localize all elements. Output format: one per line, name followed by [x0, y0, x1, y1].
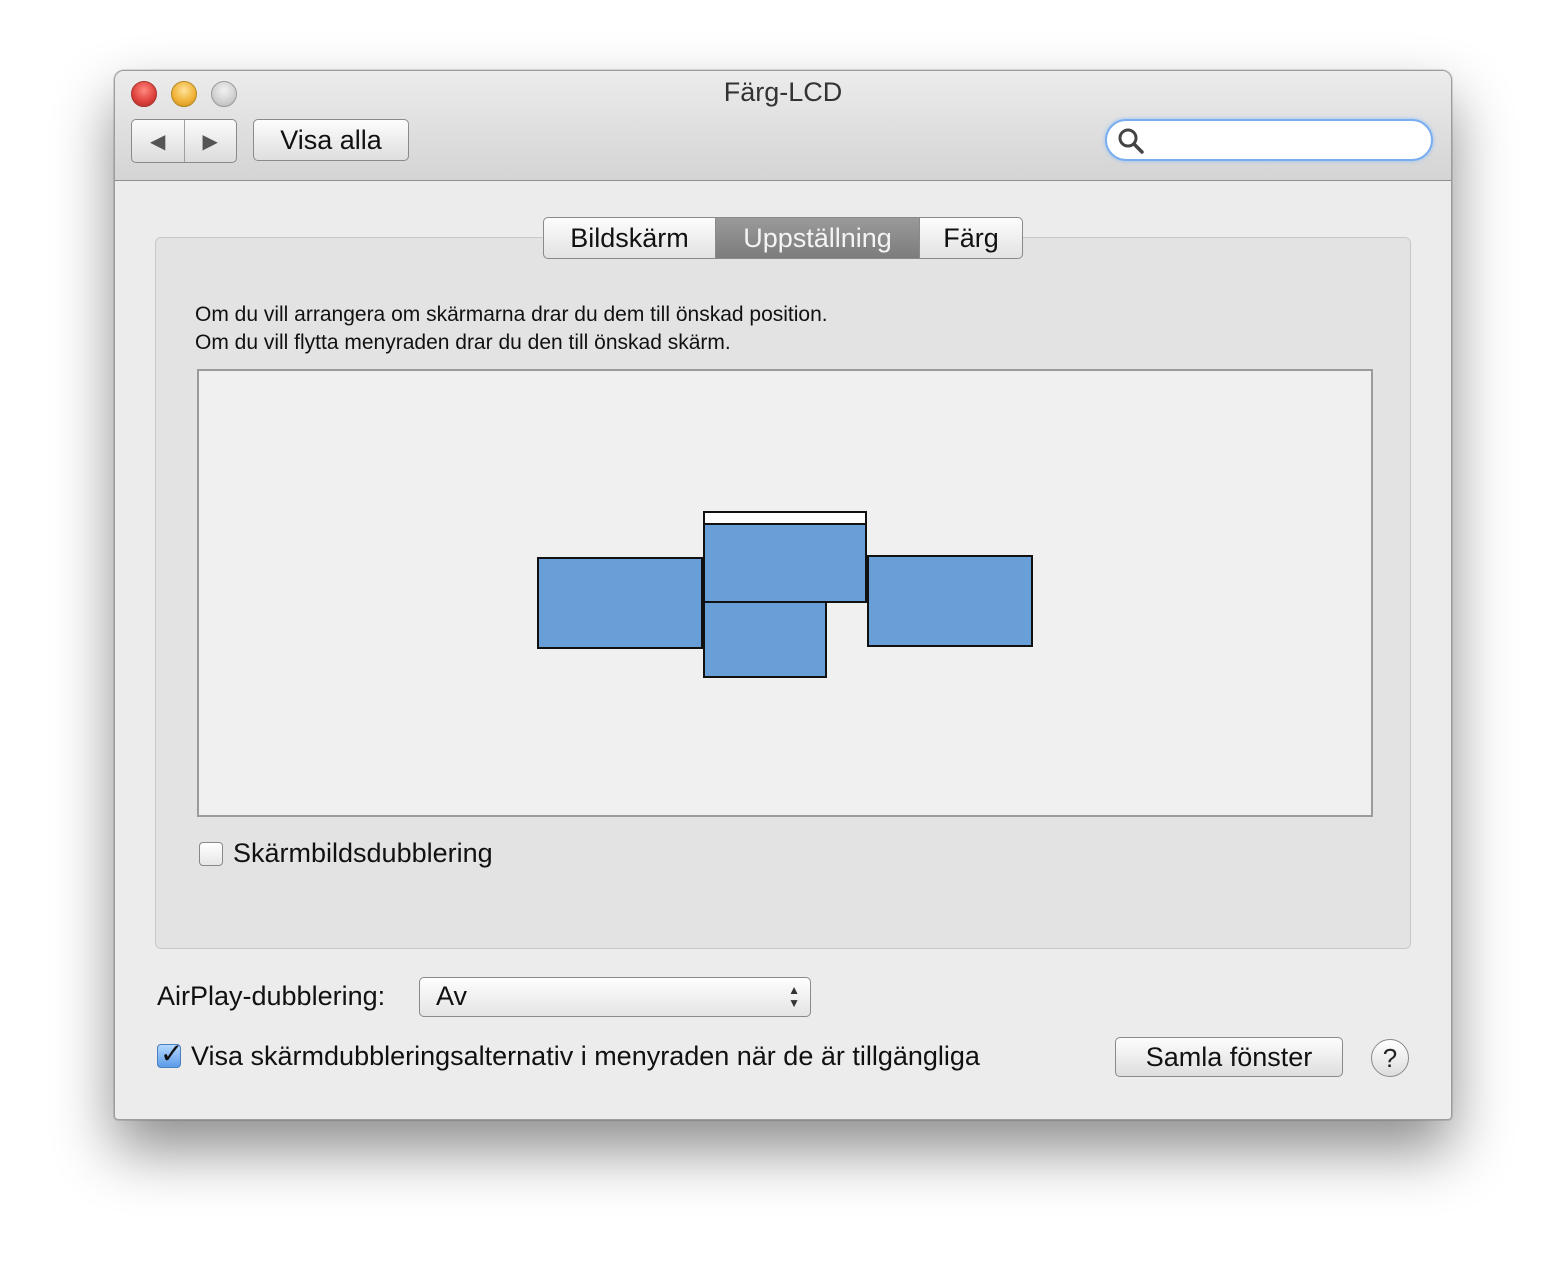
mirroring-label: Skärmbildsdubblering — [233, 838, 493, 868]
back-arrow-icon: ◀ — [150, 130, 166, 153]
preferences-window: Färg-LCD ◀ ▶ Visa alla Bildskärm Uppstäl — [114, 70, 1452, 1120]
title-bar: Färg-LCD ◀ ▶ Visa alla — [115, 71, 1451, 181]
display-bottom[interactable] — [703, 601, 827, 678]
display-main[interactable] — [703, 511, 867, 603]
help-button[interactable]: ? — [1371, 1039, 1409, 1077]
checkmark-icon: ✓ — [160, 1038, 184, 1069]
tab-color[interactable]: Färg — [919, 218, 1022, 258]
gather-windows-label: Samla fönster — [1145, 1041, 1313, 1072]
back-button[interactable]: ◀ — [132, 120, 185, 162]
tab-display[interactable]: Bildskärm — [544, 218, 715, 258]
search-field-container — [1105, 119, 1433, 161]
airplay-label: AirPlay-dubblering: — [157, 981, 386, 1011]
tab-color-label: Färg — [943, 222, 999, 253]
show-all-button[interactable]: Visa alla — [253, 119, 409, 161]
show-all-label: Visa alla — [280, 124, 382, 155]
tab-arrangement[interactable]: Uppställning — [715, 218, 919, 258]
show-menubar-options-checkbox[interactable]: ✓ — [157, 1038, 183, 1069]
tab-display-label: Bildskärm — [570, 222, 689, 253]
forward-arrow-icon: ▶ — [202, 130, 218, 153]
back-forward-control: ◀ ▶ — [131, 119, 237, 163]
select-arrows-icon: ▲ ▼ — [788, 983, 800, 1010]
forward-button[interactable]: ▶ — [185, 120, 237, 162]
arrange-instruction: Om du vill arrangera om skärmarna drar d… — [195, 303, 828, 326]
tab-arrangement-label: Uppställning — [743, 222, 892, 253]
menubar-instruction: Om du vill flytta menyraden drar du den … — [195, 331, 731, 354]
show-menubar-options-label: Visa skärmdubbleringsalternativ i menyra… — [191, 1041, 980, 1071]
display-left[interactable] — [537, 557, 703, 649]
display-arrangement-area — [197, 369, 1373, 817]
menu-bar-indicator[interactable] — [703, 511, 867, 525]
tab-bar: Bildskärm Uppställning Färg — [543, 217, 1023, 259]
mirroring-checkbox[interactable] — [199, 842, 223, 866]
search-input[interactable] — [1147, 125, 1421, 157]
airplay-select[interactable]: Av ▲ ▼ — [419, 977, 811, 1017]
airplay-selected-value: Av — [436, 981, 468, 1011]
window-title: Färg-LCD — [723, 77, 843, 107]
gather-windows-button[interactable]: Samla fönster — [1115, 1037, 1343, 1077]
display-right[interactable] — [867, 555, 1033, 647]
search-icon — [1118, 128, 1144, 154]
help-icon: ? — [1382, 1042, 1398, 1073]
